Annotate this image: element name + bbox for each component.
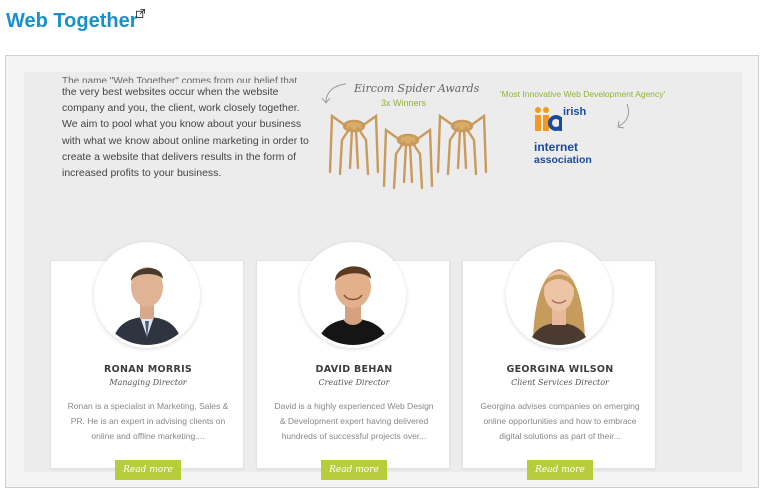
award-title: Eircom Spider Awards [354,82,480,95]
arrow-doodle-icon [617,103,630,129]
iia-logo-mark-icon [535,107,562,131]
member-name: GEORGINA WILSON [506,364,614,375]
iia-logo-line-3: association [534,154,592,166]
portrait-man-suit-icon [97,245,197,345]
content-panel: The name "Web Together" comes from our b… [24,72,742,480]
intro-cut-line: The name "Web Together" comes from our b… [62,76,298,83]
external-link-icon [136,9,145,18]
member-role: Client Services Director [511,378,609,387]
iia-logo-line-1: irish [563,106,587,118]
avatar-frame [94,242,200,348]
spider-awards: Eircom Spider Awards 3x Winners [321,72,494,190]
read-more-button[interactable]: Read more [321,460,387,480]
member-bio: Ronan is a specialist in Marketing, Sale… [67,401,229,441]
intro-block: The name "Web Together" comes from our b… [62,76,312,181]
page-title-link[interactable]: Web Together [6,10,137,33]
avatar [97,245,197,345]
spider-trophy-icon [382,127,434,190]
team-card-david: DAVID BEHAN Creative Director David is a… [256,242,450,480]
avatar-frame [506,242,612,348]
read-more-button[interactable]: Read more [527,460,593,480]
portrait-man-tshirt-icon [303,245,403,345]
avatar [509,245,609,345]
member-role: Creative Director [318,378,390,387]
avatar [303,245,403,345]
arrow-doodle-icon [321,83,347,104]
embedded-page-frame: The name "Web Together" comes from our b… [5,55,759,488]
member-name: DAVID BEHAN [315,364,393,375]
spider-trophy-icon [436,113,488,176]
member-bio: David is a highly experienced Web Design… [274,401,434,441]
portrait-woman-icon [509,245,609,345]
avatar-frame [300,242,406,348]
iia-caption: 'Most Innovative Web Development Agency' [500,89,666,99]
intro-text: the very best websites occur when the we… [62,86,309,180]
iia-logo: irish internet association [534,106,604,170]
read-more-button[interactable]: Read more [115,460,181,480]
member-name: RONAN MORRIS [103,364,193,375]
iia-logo-line-2: internet [534,140,579,154]
team-card-ronan: RONAN MORRIS Managing Director Ronan is … [50,242,244,480]
team-card-georgina: GEORGINA WILSON Client Services Director… [462,242,656,480]
member-role: Managing Director [109,378,187,387]
member-bio: Georgina advises companies on emerging o… [480,401,640,441]
award-subtitle: 3x Winners [381,98,427,108]
spider-trophy-icon [328,113,380,176]
